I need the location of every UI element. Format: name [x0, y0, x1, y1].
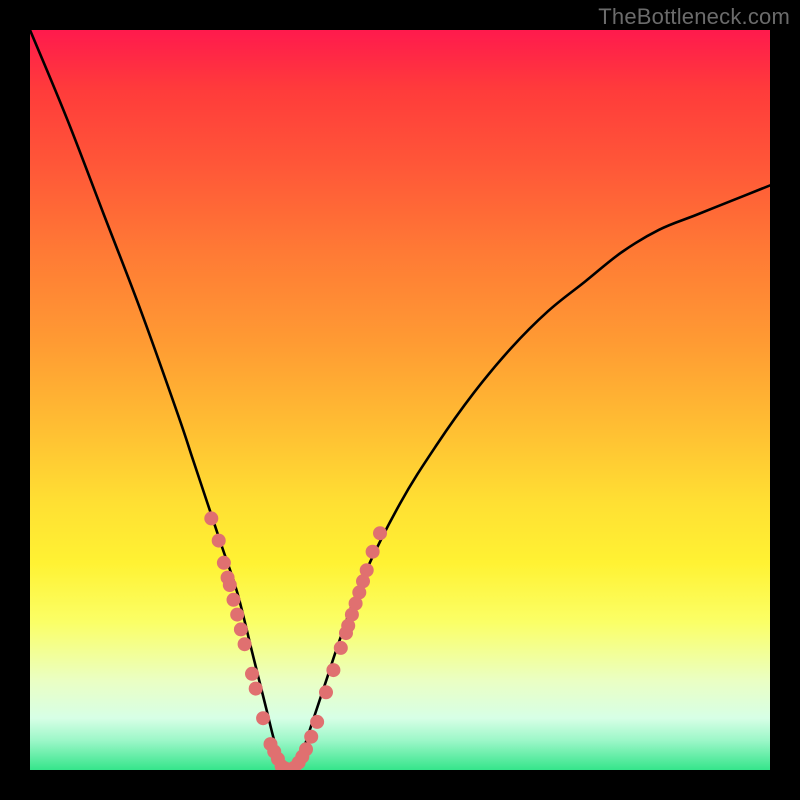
data-marker: [366, 545, 380, 559]
bottleneck-curve: [30, 30, 770, 770]
data-marker: [245, 667, 259, 681]
data-marker: [334, 641, 348, 655]
plot-area: [30, 30, 770, 770]
marker-group: [204, 511, 387, 770]
data-marker: [227, 593, 241, 607]
data-marker: [256, 711, 270, 725]
data-marker: [212, 534, 226, 548]
data-marker: [249, 682, 263, 696]
data-marker: [234, 622, 248, 636]
data-marker: [304, 730, 318, 744]
data-marker: [204, 511, 218, 525]
data-marker: [230, 608, 244, 622]
data-marker: [223, 578, 237, 592]
data-marker: [373, 526, 387, 540]
curve-layer: [30, 30, 770, 770]
data-marker: [217, 556, 231, 570]
data-marker: [310, 715, 324, 729]
data-marker: [238, 637, 252, 651]
data-marker: [299, 742, 313, 756]
data-marker: [319, 685, 333, 699]
watermark-text: TheBottleneck.com: [598, 4, 790, 30]
chart-container: TheBottleneck.com: [0, 0, 800, 800]
data-marker: [360, 563, 374, 577]
data-marker: [326, 663, 340, 677]
